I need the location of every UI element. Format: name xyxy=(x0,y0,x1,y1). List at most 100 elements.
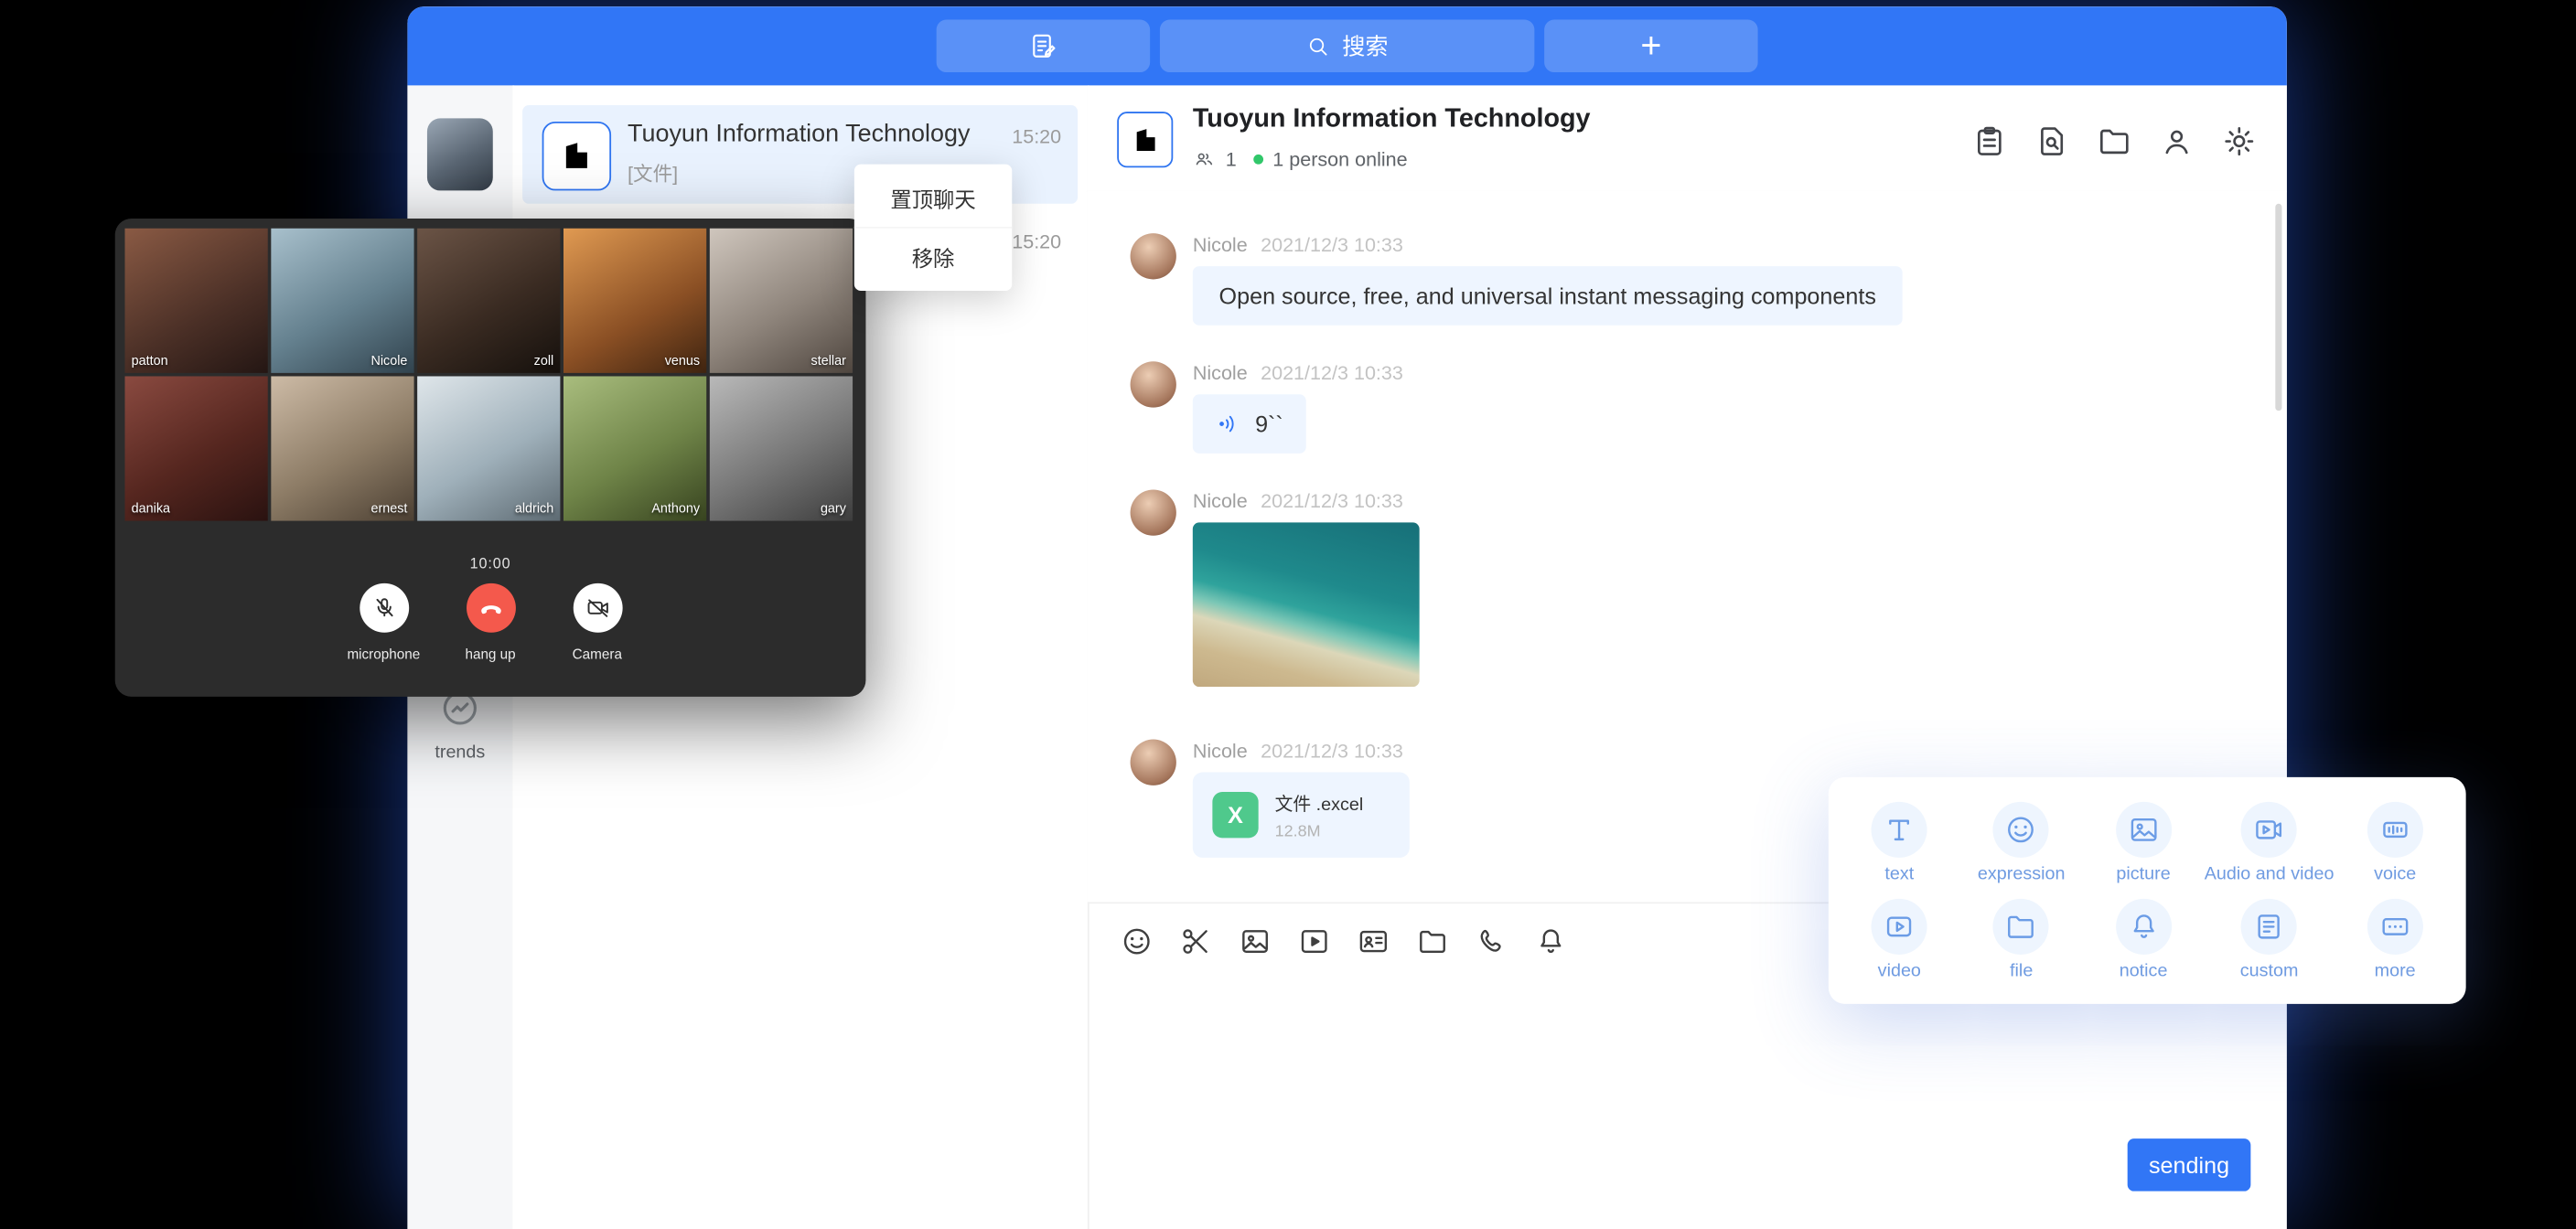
hangup-phone-icon xyxy=(476,593,505,623)
my-avatar[interactable] xyxy=(427,118,493,190)
file-attachment[interactable]: X 文件 .excel 12.8M xyxy=(1193,772,1410,857)
conversation-title: Tuoyun Information Technology xyxy=(628,120,970,148)
menu-item-pin-chat[interactable]: 置顶聊天 xyxy=(854,169,1012,227)
search-icon xyxy=(1306,34,1331,59)
excel-file-icon: X xyxy=(1212,792,1258,838)
sender-avatar[interactable] xyxy=(1131,361,1176,407)
add-button[interactable]: + xyxy=(1544,20,1757,72)
feature-label: voice xyxy=(2374,863,2416,883)
conversation-last-message: [文件] xyxy=(628,159,678,187)
voice-duration: 9`` xyxy=(1255,411,1283,437)
hangup-control[interactable]: hang up xyxy=(438,583,543,662)
participant-video: Nicole xyxy=(271,229,413,373)
call-phone-icon[interactable] xyxy=(1476,924,1508,957)
sender-avatar[interactable] xyxy=(1131,740,1176,785)
participant-name: zoll xyxy=(534,353,554,368)
topbar-pill-row: 搜索 + xyxy=(937,20,1758,72)
sender-avatar[interactable] xyxy=(1131,233,1176,279)
screen: 搜索 + trends Tuoyun Inf xyxy=(0,0,2576,1229)
feature-video[interactable]: video xyxy=(1839,891,1960,988)
camera-toggle-button[interactable] xyxy=(573,583,622,633)
participant-name: patton xyxy=(132,353,168,368)
message-meta: Nicole 2021/12/3 10:33 xyxy=(1193,361,1403,384)
search-label: 搜索 xyxy=(1342,29,1388,62)
message-time: 2021/12/3 10:33 xyxy=(1261,361,1403,384)
settings-gear-icon[interactable] xyxy=(2221,123,2258,160)
video-icon[interactable] xyxy=(1298,924,1331,957)
image-attachment[interactable] xyxy=(1193,522,1420,687)
member-profile-icon[interactable] xyxy=(2159,123,2195,160)
chat-header: Tuoyun Information Technology 1 1 person… xyxy=(1088,85,2287,192)
top-bar: 搜索 + xyxy=(407,6,2287,85)
group-notice-icon[interactable] xyxy=(1971,123,2008,160)
feature-text[interactable]: text xyxy=(1839,794,1960,891)
feature-custom[interactable]: custom xyxy=(2205,891,2334,988)
feature-audio-video[interactable]: Audio and video xyxy=(2205,794,2334,891)
participant-name: Nicole xyxy=(370,353,407,368)
message-text: Nicole2021/12/3 10:33 Open source, free,… xyxy=(1131,233,1903,326)
feature-expression[interactable]: expression xyxy=(1960,794,2082,891)
chat-meta: 1 1 person online xyxy=(1193,148,1408,171)
group-avatar-icon xyxy=(1117,112,1173,167)
message-time: 2021/12/3 10:33 xyxy=(1261,489,1403,512)
chat-history-search-icon[interactable] xyxy=(2034,123,2070,160)
message-meta: Nicole2021/12/3 10:33 xyxy=(1193,489,1403,512)
sender-avatar[interactable] xyxy=(1131,489,1176,535)
picture-icon xyxy=(2116,801,2172,857)
feature-voice[interactable]: voice xyxy=(2334,794,2455,891)
video-call-window[interactable]: patton Nicole zoll venus stellar danika … xyxy=(115,219,866,697)
feature-label: Audio and video xyxy=(2205,863,2334,883)
org-avatar-icon xyxy=(542,122,611,190)
feature-label: expression xyxy=(1978,863,2066,883)
notify-bell-icon[interactable] xyxy=(1534,924,1567,957)
emoji-icon[interactable] xyxy=(1121,924,1154,957)
camera-control[interactable]: Camera xyxy=(544,583,649,662)
notice-bell-icon xyxy=(2116,898,2172,954)
compose-icon xyxy=(1028,31,1057,60)
feature-notice[interactable]: notice xyxy=(2082,891,2204,988)
conversation-context-menu: 置顶聊天 移除 xyxy=(854,165,1012,291)
trends-label: trends xyxy=(407,743,512,763)
voice-bubble[interactable]: 9`` xyxy=(1193,394,1306,454)
file-icon[interactable] xyxy=(1416,924,1449,957)
send-button[interactable]: sending xyxy=(2128,1138,2251,1191)
message-time: 2021/12/3 10:33 xyxy=(1261,740,1403,763)
participant-video: stellar xyxy=(710,229,853,373)
compose-button[interactable] xyxy=(937,20,1150,72)
scrollbar[interactable] xyxy=(2275,204,2281,411)
hangup-button[interactable] xyxy=(466,583,515,633)
feature-label: video xyxy=(1878,960,1921,980)
file-folder-icon xyxy=(1993,898,2049,954)
custom-doc-icon xyxy=(2241,898,2297,954)
chat-title: Tuoyun Information Technology xyxy=(1193,105,1591,134)
microphone-mute-button[interactable] xyxy=(359,583,408,633)
members-icon xyxy=(1193,148,1216,171)
sidebar-item-trends[interactable]: trends xyxy=(407,687,512,763)
microphone-control[interactable]: microphone xyxy=(331,583,436,662)
member-count: 1 xyxy=(1226,148,1237,171)
feature-more[interactable]: more xyxy=(2334,891,2455,988)
participant-video: gary xyxy=(710,376,853,520)
sender-name: Nicole xyxy=(1193,740,1248,763)
menu-item-remove[interactable]: 移除 xyxy=(854,227,1012,286)
participant-name: Anthony xyxy=(651,501,700,516)
message-meta: Nicole2021/12/3 10:33 xyxy=(1193,233,1403,256)
text-bubble: Open source, free, and universal instant… xyxy=(1193,266,1903,326)
file-size: 12.8M xyxy=(1275,823,1364,841)
files-folder-icon[interactable] xyxy=(2097,123,2133,160)
participant-name: danika xyxy=(132,501,170,516)
participant-video: ernest xyxy=(271,376,413,520)
participant-grid: patton Nicole zoll venus stellar danika … xyxy=(124,229,855,521)
screenshot-scissors-icon[interactable] xyxy=(1179,924,1212,957)
contact-card-icon[interactable] xyxy=(1357,924,1390,957)
search-bar[interactable]: 搜索 xyxy=(1160,20,1534,72)
text-icon xyxy=(1872,801,1927,857)
feature-file[interactable]: file xyxy=(1960,891,2082,988)
mic-off-icon xyxy=(370,594,397,621)
more-dots-icon xyxy=(2367,898,2423,954)
picture-icon[interactable] xyxy=(1239,924,1272,957)
feature-picture[interactable]: picture xyxy=(2082,794,2204,891)
participant-video: aldrich xyxy=(417,376,560,520)
message-file: Nicole 2021/12/3 10:33 X 文件 .excel 12.8M xyxy=(1131,740,1410,858)
sender-name: Nicole xyxy=(1193,361,1248,384)
